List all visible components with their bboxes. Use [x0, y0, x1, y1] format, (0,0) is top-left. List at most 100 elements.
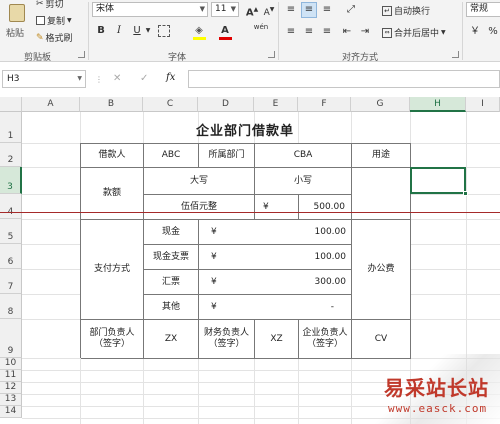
wrap-text-icon: ↵ — [382, 5, 392, 16]
chevron-down-icon: ▼ — [230, 5, 236, 13]
currency-icon[interactable]: ￥ — [468, 25, 482, 39]
cell-c5[interactable]: 现金 — [144, 220, 199, 245]
fill-color-icon[interactable]: ◈ — [192, 24, 206, 40]
align-left-icon[interactable]: ≡ — [284, 25, 298, 39]
row-header-11[interactable]: 11 — [0, 370, 22, 382]
fill-handle[interactable] — [463, 191, 468, 196]
copy-icon — [36, 16, 45, 25]
row-header-3[interactable]: 3 — [0, 167, 22, 194]
font-dialog-launcher-icon[interactable] — [268, 51, 275, 58]
row-header-12[interactable]: 12 — [0, 382, 22, 394]
row-header-10[interactable]: 10 — [0, 358, 22, 370]
cell-b2[interactable]: 借款人 — [81, 144, 144, 168]
cell-ef3[interactable]: 小写 — [255, 168, 352, 195]
underline-dropdown-icon[interactable]: ▼ — [144, 24, 152, 38]
column-header-e[interactable]: E — [254, 97, 298, 112]
cell-c9[interactable]: ZX — [144, 320, 199, 359]
cell-cd3[interactable]: 大写 — [144, 168, 255, 195]
cell-cd4[interactable]: 伍佰元整 — [144, 195, 255, 220]
orientation-icon[interactable]: ⤢ — [344, 3, 358, 17]
align-center-icon[interactable]: ≡ — [302, 25, 316, 39]
column-header-i[interactable]: I — [466, 97, 500, 112]
merge-icon: ⇔ — [382, 27, 392, 38]
shrink-font-button[interactable]: A▼ — [262, 3, 276, 18]
watermark-title: 易采站长站 — [384, 376, 489, 400]
row-header-14[interactable]: 14 — [0, 406, 22, 418]
font-group-label: 字体 — [168, 53, 187, 63]
select-all-corner[interactable] — [0, 97, 22, 112]
copy-button[interactable]: 复制 ▼ — [36, 14, 72, 27]
cancel-button[interactable]: ✕ — [113, 73, 121, 84]
cell-f9[interactable]: 企业负责人 （签字） — [299, 320, 352, 359]
decrease-indent-icon[interactable]: ⇤ — [340, 25, 354, 39]
amount-f6: 100.00 — [314, 252, 347, 262]
page-break-line — [0, 212, 500, 213]
cut-button[interactable]: ✂ 剪切 — [36, 0, 64, 10]
clipboard-icon — [9, 4, 25, 22]
ribbon: 粘贴 ✂ 剪切 复制 ▼ ✎ 格式刷 剪贴板 宋体 ▼ 11 ▼ A▲ A▼ B I U … — [0, 0, 500, 63]
splitter-icon[interactable]: ⋮ — [95, 75, 103, 84]
row-header-8[interactable]: 8 — [0, 294, 22, 319]
cell-d2[interactable]: 所属部门 — [199, 144, 255, 168]
font-color-button[interactable]: A — [218, 24, 232, 40]
bold-button[interactable]: B — [94, 24, 108, 38]
cell-c6[interactable]: 现金支票 — [144, 245, 199, 270]
row-header-6[interactable]: 6 — [0, 244, 22, 269]
percent-icon[interactable]: % — [486, 25, 500, 39]
merge-center-button[interactable]: ⇔ 合并后居中 ▼ — [382, 26, 446, 39]
column-header-a[interactable]: A — [22, 97, 80, 112]
row-header-2[interactable]: 2 — [0, 143, 22, 167]
cell-e9[interactable]: XZ — [255, 320, 299, 359]
row-header-9[interactable]: 9 — [0, 319, 22, 358]
column-header-f[interactable]: F — [298, 97, 351, 112]
align-top-icon[interactable]: ≡ — [284, 3, 298, 17]
phonetic-button[interactable]: wén — [250, 22, 272, 36]
cell-b9[interactable]: 部门负责人 （签字） — [81, 320, 144, 359]
borders-icon[interactable] — [158, 25, 170, 37]
italic-button[interactable]: I — [112, 24, 126, 38]
cell-ef2[interactable]: CBA — [255, 144, 352, 168]
clipboard-dialog-launcher-icon[interactable] — [78, 51, 85, 58]
column-header-h[interactable]: H — [410, 97, 466, 112]
align-bottom-icon[interactable]: ≡ — [320, 3, 334, 17]
wrap-text-button[interactable]: ↵ 自动换行 — [382, 4, 430, 17]
increase-indent-icon[interactable]: ⇥ — [358, 25, 372, 39]
column-header-d[interactable]: D — [198, 97, 254, 112]
chevron-down-icon: ▼ — [77, 75, 82, 82]
cell-g2[interactable]: 用途 — [352, 144, 411, 168]
cell-selection[interactable] — [410, 167, 466, 194]
column-header-g[interactable]: G — [351, 97, 410, 112]
font-name-combo[interactable]: 宋体 ▼ — [92, 2, 208, 17]
cell-c8[interactable]: 其他 — [144, 295, 199, 320]
name-box[interactable]: H3 ▼ — [2, 70, 86, 88]
paste-button[interactable]: 粘贴 — [4, 2, 30, 42]
row-header-4[interactable]: 4 — [0, 194, 22, 219]
group-separator — [462, 2, 463, 60]
align-right-icon[interactable]: ≡ — [320, 25, 334, 39]
number-format-combo[interactable]: 常规 — [466, 2, 500, 17]
cell-e4[interactable]: ¥ — [255, 195, 299, 220]
row-header-1[interactable]: 1 — [0, 112, 22, 143]
row-header-7[interactable]: 7 — [0, 269, 22, 294]
cell-f4[interactable]: 500.00 — [299, 195, 352, 220]
cell-d9[interactable]: 财务负责人 （签字） — [199, 320, 255, 359]
column-header-b[interactable]: B — [80, 97, 143, 112]
cell-c7[interactable]: 汇票 — [144, 270, 199, 295]
cell-c2[interactable]: ABC — [144, 144, 199, 168]
alignment-dialog-launcher-icon[interactable] — [452, 51, 459, 58]
cell-g5[interactable]: 办公费 — [352, 220, 411, 320]
chevron-down-icon: ▼ — [67, 17, 72, 24]
row-header-13[interactable]: 13 — [0, 394, 22, 406]
grow-font-button[interactable]: A▲ — [245, 3, 259, 18]
format-painter-button[interactable]: ✎ 格式刷 — [36, 31, 73, 45]
insert-function-button[interactable]: fx — [166, 72, 175, 83]
font-size-combo[interactable]: 11 ▼ — [211, 2, 239, 17]
underline-button[interactable]: U — [130, 24, 144, 38]
loan-form-table: 借款人 ABC 所属部门 CBA 用途 款额 大写 小写 伍佰元整 ¥500.00 支付方式 现金 ¥ 现… — [80, 143, 411, 359]
row-header-5[interactable]: 5 — [0, 219, 22, 244]
enter-button[interactable]: ✓ — [140, 73, 148, 84]
align-middle-icon[interactable]: ≡ — [301, 2, 317, 18]
column-header-c[interactable]: C — [143, 97, 198, 112]
formula-input[interactable] — [188, 70, 500, 88]
cell-b5[interactable]: 支付方式 — [81, 220, 144, 320]
